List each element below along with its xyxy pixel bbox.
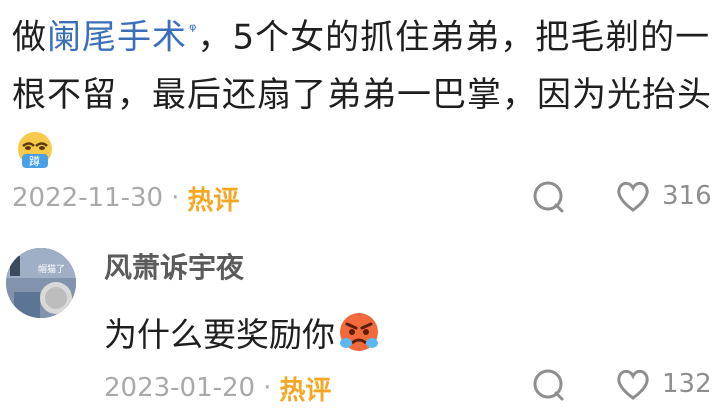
comment-text-before-link: 做 — [12, 17, 47, 58]
keyword-link[interactable]: 阑尾手术 — [47, 17, 187, 57]
reply-text: 为什么要奖励你 — [104, 308, 381, 356]
hot-badge: 热评 — [187, 185, 240, 216]
meta-separator: · — [171, 183, 180, 213]
emoji-label: 蹲 — [29, 154, 41, 168]
heart-icon — [617, 369, 649, 400]
heart-icon — [617, 181, 649, 212]
squat-emoji: 蹲 — [18, 132, 52, 169]
reply-text-content: 为什么要奖励你 — [104, 315, 335, 354]
comment-text: 做阑尾手术 ᵠ，5个女的抓住弟弟，把毛剃的一根不留，最后还扇了弟弟一巴掌，因为光抬… — [12, 2, 712, 182]
like-count: 132 — [662, 369, 712, 399]
angry-crying-emoji — [340, 313, 378, 351]
comment-bubble-icon — [533, 181, 564, 213]
avatar-label: 帽猫了 — [38, 263, 65, 275]
comment-meta: 2022-11-30 · 热评 — [12, 178, 239, 218]
comment-date: 2022-11-30 — [12, 183, 164, 213]
reply-meta: 2023-01-20 · 热评 — [104, 368, 331, 408]
hot-badge: 热评 — [279, 375, 332, 406]
like-button[interactable]: 316 — [614, 178, 712, 214]
comment-bubble-icon — [533, 369, 564, 401]
reply-button[interactable] — [530, 178, 568, 216]
avatar[interactable]: 帽猫了 — [6, 248, 76, 318]
like-count: 316 — [662, 181, 712, 211]
reply-username[interactable]: 风萧诉宇夜 — [104, 246, 244, 286]
meta-separator: · — [263, 373, 272, 403]
reply-comment-button[interactable] — [530, 366, 568, 404]
reply-date: 2023-01-20 — [104, 373, 256, 403]
reply-like-button[interactable]: 132 — [614, 366, 712, 402]
